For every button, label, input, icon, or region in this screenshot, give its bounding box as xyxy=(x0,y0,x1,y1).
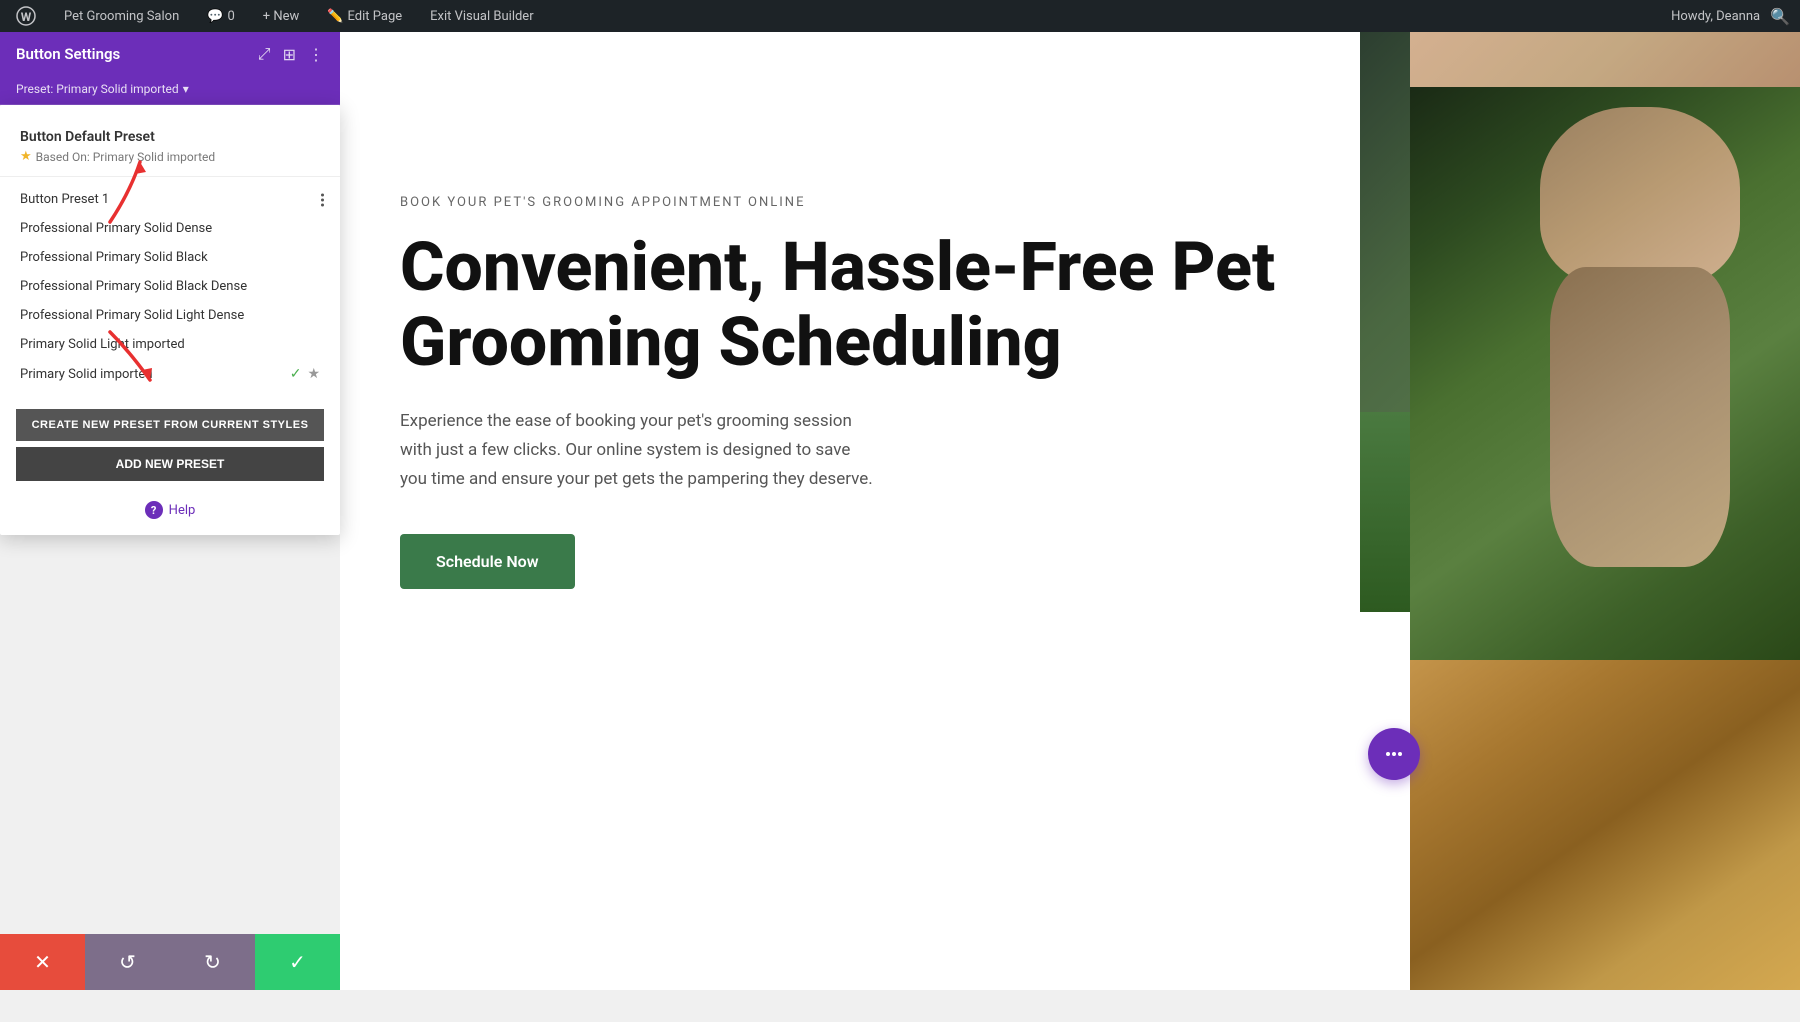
preset-label-text: Preset: Primary Solid imported xyxy=(16,82,179,96)
create-preset-button[interactable]: CREATE NEW PRESET FROM CURRENT STYLES xyxy=(16,409,324,441)
schedule-now-button[interactable]: Schedule Now xyxy=(400,534,575,589)
chevron-down-icon: ▾ xyxy=(183,82,189,96)
help-icon: ? xyxy=(145,501,163,519)
hero-text: BOOK YOUR PET'S GROOMING APPOINTMENT ONL… xyxy=(340,32,1360,732)
svg-text:W: W xyxy=(21,10,32,24)
save-button[interactable]: ✓ xyxy=(255,934,340,990)
preset-dots-menu[interactable] xyxy=(321,193,324,206)
undo-button[interactable]: ↺ xyxy=(85,934,170,990)
panel-header-icons: ⤢ ⊞ ⋮ xyxy=(258,44,324,64)
preset-label[interactable]: Preset: Primary Solid imported ▾ xyxy=(0,76,340,105)
preset-item-active[interactable]: Primary Solid imported ✓ ★ xyxy=(0,359,340,389)
redo-button[interactable]: ↻ xyxy=(170,934,255,990)
hero-title: Convenient, Hassle-Free Pet Grooming Sch… xyxy=(400,230,1300,380)
default-preset-subtitle: ★ Based On: Primary Solid imported xyxy=(20,149,320,164)
edit-page-link[interactable]: ✏️ Edit Page xyxy=(321,0,408,32)
left-panel: Button Settings ⤢ ⊞ ⋮ Preset: Primary So… xyxy=(0,32,340,990)
fab-button[interactable] xyxy=(1368,728,1420,780)
default-preset-section: Button Default Preset ★ Based On: Primar… xyxy=(0,121,340,177)
main-layout: Button Settings ⤢ ⊞ ⋮ Preset: Primary So… xyxy=(0,32,1800,990)
preset-item[interactable]: Professional Primary Solid Light Dense xyxy=(0,301,340,330)
default-preset-title: Button Default Preset xyxy=(20,129,320,145)
exit-builder-link[interactable]: Exit Visual Builder xyxy=(424,0,539,32)
hero-description: Experience the ease of booking your pet'… xyxy=(400,407,880,494)
content-area: BOOK YOUR PET'S GROOMING APPOINTMENT ONL… xyxy=(340,32,1800,990)
layout-icon[interactable]: ⊞ xyxy=(283,45,296,64)
site-name[interactable]: Pet Grooming Salon xyxy=(58,0,185,32)
preset-item[interactable]: Professional Primary Solid Dense xyxy=(0,214,340,243)
cancel-button[interactable]: ✕ xyxy=(0,934,85,990)
star-filled-icon: ★ xyxy=(20,149,32,164)
help-link[interactable]: ? Help xyxy=(0,493,340,527)
search-icon[interactable]: 🔍 xyxy=(1770,7,1790,26)
preset-item[interactable]: Professional Primary Solid Black Dense xyxy=(0,272,340,301)
preset-item[interactable]: Professional Primary Solid Black xyxy=(0,243,340,272)
maximize-icon[interactable]: ⤢ xyxy=(258,44,271,64)
preset-dropdown: Button Default Preset ★ Based On: Primar… xyxy=(0,105,340,535)
wp-logo-link[interactable]: W xyxy=(10,0,42,32)
admin-bar-right: Howdy, Deanna 🔍 xyxy=(1671,7,1790,26)
preset-list: Button Preset 1 Professional Primary Sol… xyxy=(0,185,340,397)
panel-header: Button Settings ⤢ ⊞ ⋮ xyxy=(0,32,340,76)
hero-subtitle: BOOK YOUR PET'S GROOMING APPOINTMENT ONL… xyxy=(400,195,1300,210)
image-collage xyxy=(1410,32,1800,990)
admin-bar: W Pet Grooming Salon 💬 0 + New ✏️ Edit P… xyxy=(0,0,1800,32)
check-icon: ✓ xyxy=(290,366,302,382)
new-link[interactable]: + New xyxy=(257,0,306,32)
preset-item[interactable]: Primary Solid Light imported xyxy=(0,330,340,359)
bottom-toolbar: ✕ ↺ ↻ ✓ xyxy=(0,934,340,990)
add-preset-button[interactable]: ADD NEW PRESET xyxy=(16,447,324,481)
star-icon[interactable]: ★ xyxy=(307,366,320,382)
panel-title: Button Settings xyxy=(16,45,120,63)
preset-item[interactable]: Button Preset 1 xyxy=(0,185,340,214)
comment-count[interactable]: 💬 0 xyxy=(201,0,241,32)
more-options-icon[interactable]: ⋮ xyxy=(308,45,324,64)
